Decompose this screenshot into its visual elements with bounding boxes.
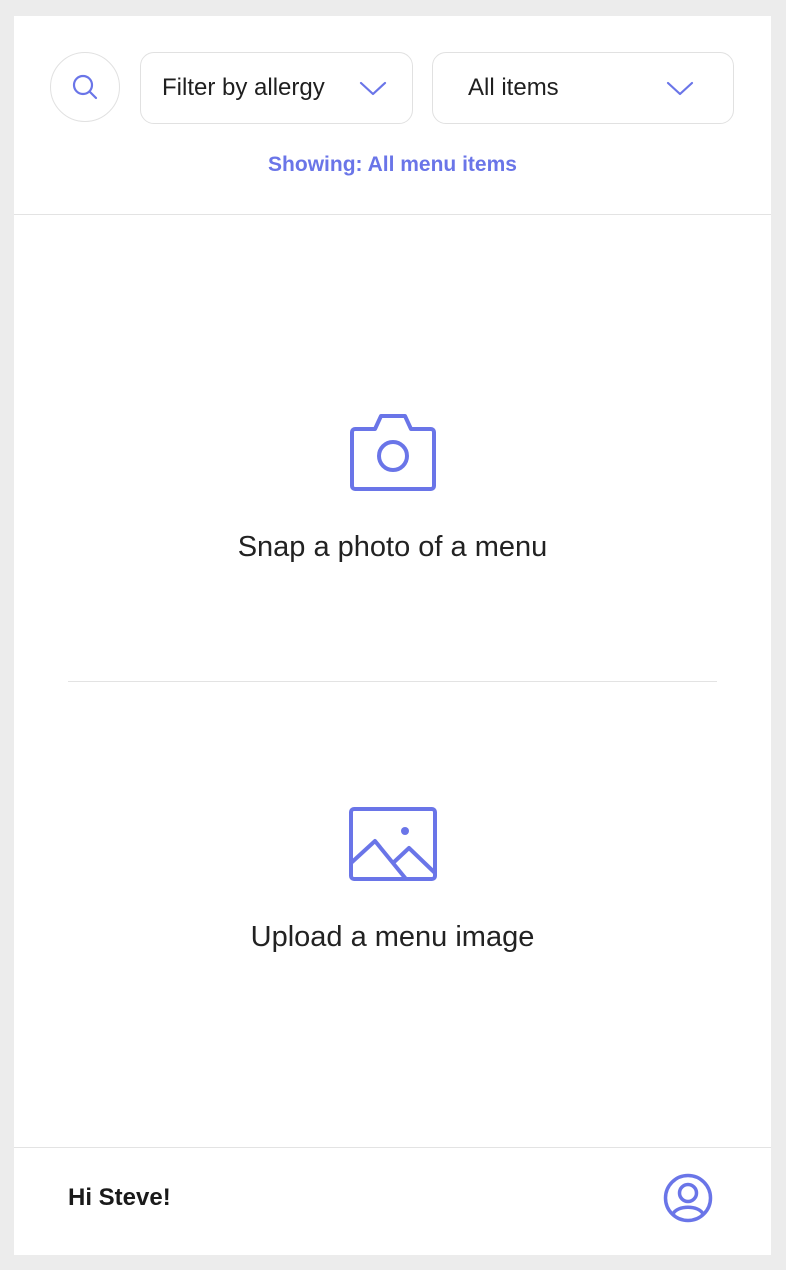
camera-icon [350,414,436,491]
search-icon [72,74,98,100]
upload-image-button[interactable]: Upload a menu image [14,803,771,963]
app-container: Filter by allergy All items Showing: All… [14,16,771,1255]
search-button[interactable] [50,52,120,122]
allergy-filter-value: Filter by allergy [162,74,325,101]
footer: Hi Steve! [14,1147,771,1256]
snap-photo-label: Snap a photo of a menu [237,531,548,563]
snap-photo-button[interactable]: Snap a photo of a menu [14,411,771,571]
items-filter-value: All items [468,74,559,101]
items-filter-dropdown[interactable]: All items [432,52,734,124]
chevron-down-icon [666,81,694,96]
allergy-filter-dropdown[interactable]: Filter by allergy [140,52,413,124]
upload-image-label: Upload a menu image [250,921,535,953]
chevron-down-icon [359,81,387,96]
divider [68,681,717,682]
header: Filter by allergy All items Showing: All… [14,16,771,215]
showing-status: Showing: All menu items [268,153,517,176]
greeting-text: Hi Steve! [68,1184,171,1211]
image-icon [349,807,437,881]
user-circle-icon[interactable] [662,1172,714,1224]
